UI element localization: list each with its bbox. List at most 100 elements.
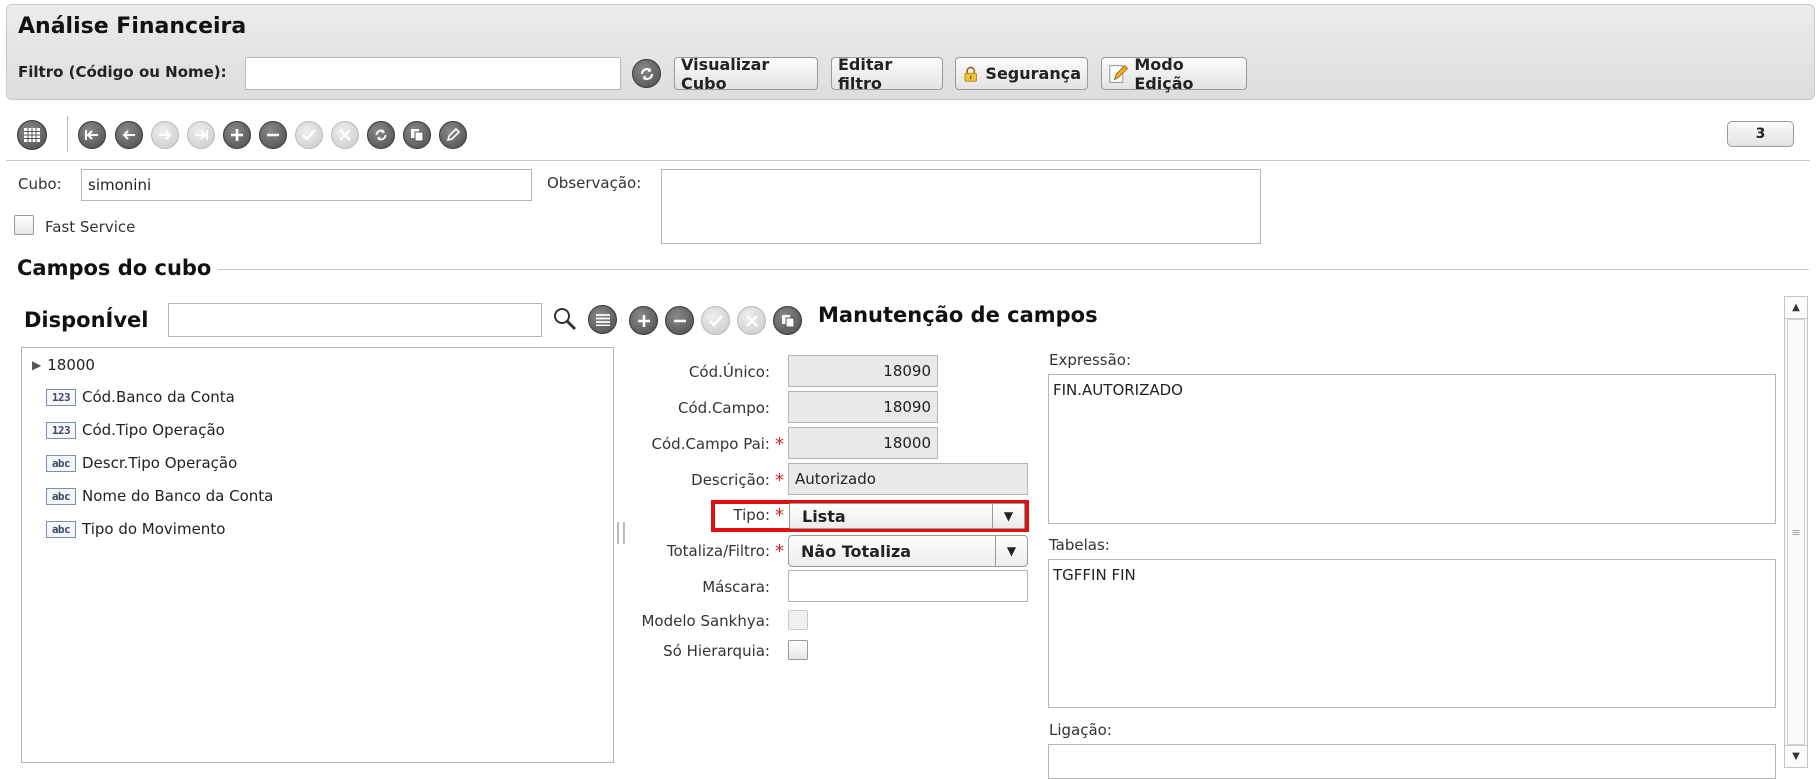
- vertical-scrollbar[interactable]: ▲ ≡ ▼: [1784, 296, 1808, 768]
- totaliza-label: Totaliza/Filtro:: [666, 542, 770, 560]
- tree-item[interactable]: 123 Cód.Tipo Operação: [46, 421, 225, 439]
- check-icon: [302, 129, 316, 141]
- required-marker: *: [775, 541, 784, 562]
- fast-service-label: Fast Service: [45, 218, 136, 236]
- so-hierarquia-checkbox[interactable]: [788, 640, 808, 660]
- edit-pencil-icon: [1109, 64, 1129, 83]
- campos-section-title: Campos do cubo: [17, 256, 212, 280]
- check-icon: [708, 314, 723, 327]
- refresh-record-button[interactable]: [367, 121, 395, 149]
- cancel-record-button[interactable]: [331, 121, 359, 149]
- visualizar-cubo-button[interactable]: Visualizar Cubo: [674, 55, 818, 93]
- add-field-button[interactable]: [629, 306, 658, 335]
- plus-icon: [637, 314, 650, 327]
- mascara-label: Máscara:: [702, 578, 770, 596]
- modo-edicao-button[interactable]: Modo Edição: [1101, 54, 1247, 93]
- first-icon: [85, 130, 98, 140]
- save-record-button[interactable]: [295, 121, 323, 149]
- available-fields-tree: ▶ 18000 123 Cód.Banco da Conta 123 Cód.T…: [21, 347, 614, 763]
- previous-record-button[interactable]: [115, 121, 143, 149]
- modelo-sankhya-checkbox[interactable]: [788, 610, 808, 630]
- tabelas-textarea[interactable]: TGFFIN FIN: [1048, 559, 1776, 708]
- tree-item-label: Cód.Tipo Operação: [82, 421, 225, 439]
- seguranca-label: Segurança: [985, 64, 1081, 83]
- required-marker: *: [775, 470, 784, 491]
- tree-item-label: Cód.Banco da Conta: [82, 388, 235, 406]
- minus-icon: [673, 319, 686, 322]
- toolbar-divider: [6, 160, 1810, 161]
- save-field-button[interactable]: [701, 306, 730, 335]
- duplicate-field-button[interactable]: [773, 306, 802, 335]
- scroll-thumb[interactable]: ≡: [1787, 319, 1805, 745]
- duplicate-record-button[interactable]: [403, 121, 431, 149]
- record-count-badge[interactable]: 3: [1727, 121, 1794, 147]
- first-record-button[interactable]: [78, 121, 106, 149]
- tipo-selected-value: Lista: [802, 506, 846, 526]
- modo-edicao-label: Modo Edição: [1134, 54, 1194, 93]
- dropdown-arrow-icon[interactable]: ▼: [995, 536, 1027, 566]
- expressao-textarea[interactable]: FIN.AUTORIZADO: [1048, 374, 1776, 524]
- arrow-right-icon: [159, 130, 172, 140]
- text-field-icon: abc: [46, 520, 76, 538]
- tree-item[interactable]: abc Descr.Tipo Operação: [46, 454, 237, 472]
- modelo-sankhya-label: Modelo Sankhya:: [641, 612, 770, 630]
- add-record-button[interactable]: [223, 121, 251, 149]
- grid-icon: [24, 128, 40, 142]
- scroll-down-button[interactable]: ▼: [1785, 745, 1807, 767]
- scroll-up-button[interactable]: ▲: [1785, 297, 1807, 319]
- expressao-label: Expressão:: [1049, 351, 1131, 369]
- last-record-button[interactable]: [187, 121, 215, 149]
- remove-record-button[interactable]: [259, 121, 287, 149]
- cod-campo-pai-field[interactable]: 18000: [788, 427, 938, 459]
- required-marker: *: [775, 505, 784, 526]
- totaliza-select[interactable]: Não Totaliza ▼: [788, 535, 1028, 567]
- cod-campo-field[interactable]: 18090: [788, 391, 938, 423]
- cubo-input[interactable]: [81, 169, 532, 201]
- numeric-field-icon: 123: [46, 421, 76, 439]
- dropdown-arrow-icon[interactable]: ▼: [992, 504, 1024, 528]
- next-record-button[interactable]: [151, 121, 179, 149]
- tipo-label: Tipo:: [733, 506, 770, 524]
- cod-campo-pai-value: 18000: [883, 434, 931, 452]
- filter-input[interactable]: [245, 57, 621, 90]
- cod-campo-pai-label: Cód.Campo Pai:: [651, 435, 770, 453]
- cod-unico-field[interactable]: 18090: [788, 355, 938, 387]
- text-field-icon: abc: [46, 487, 76, 505]
- observacao-textarea[interactable]: [661, 169, 1261, 244]
- minus-icon: [267, 133, 279, 137]
- tipo-select[interactable]: Lista ▼: [789, 503, 1025, 529]
- ligacao-label: Ligação:: [1049, 721, 1112, 739]
- cancel-field-button[interactable]: [737, 306, 766, 335]
- edit-record-button[interactable]: [439, 121, 467, 149]
- descricao-field[interactable]: Autorizado: [788, 463, 1028, 495]
- panel-splitter-handle[interactable]: [617, 522, 625, 544]
- so-hierarquia-label: Só Hierarquia:: [663, 642, 770, 660]
- expressao-value: FIN.AUTORIZADO: [1053, 381, 1183, 399]
- refresh-icon: [375, 129, 387, 141]
- tree-item[interactable]: abc Nome do Banco da Conta: [46, 487, 273, 505]
- close-icon: [339, 129, 351, 141]
- mascara-input[interactable]: [788, 570, 1028, 602]
- refresh-filter-button[interactable]: [632, 59, 661, 88]
- search-button[interactable]: [553, 306, 577, 332]
- editar-filtro-button[interactable]: Editar filtro: [831, 55, 943, 93]
- disponivel-search-input[interactable]: [168, 303, 542, 337]
- list-icon: [595, 313, 610, 326]
- toolbar-separator: [67, 116, 68, 152]
- tree-item[interactable]: abc Tipo do Movimento: [46, 520, 225, 538]
- plus-icon: [231, 129, 243, 141]
- list-view-button[interactable]: [588, 305, 617, 334]
- fast-service-checkbox[interactable]: [14, 215, 34, 235]
- tree-item-label: Tipo do Movimento: [82, 520, 226, 538]
- observacao-label: Observação:: [547, 174, 642, 192]
- tree-root-18000[interactable]: ▶ 18000: [32, 356, 95, 374]
- text-field-icon: abc: [46, 454, 76, 472]
- ligacao-textarea[interactable]: [1048, 744, 1776, 779]
- remove-field-button[interactable]: [665, 306, 694, 335]
- seguranca-button[interactable]: Segurança: [955, 57, 1088, 90]
- grid-view-button[interactable]: [17, 120, 47, 150]
- tree-item[interactable]: 123 Cód.Banco da Conta: [46, 388, 235, 406]
- numeric-field-icon: 123: [46, 388, 76, 406]
- tabelas-value: TGFFIN FIN: [1053, 566, 1136, 584]
- filter-label: Filtro (Código ou Nome):: [18, 63, 227, 81]
